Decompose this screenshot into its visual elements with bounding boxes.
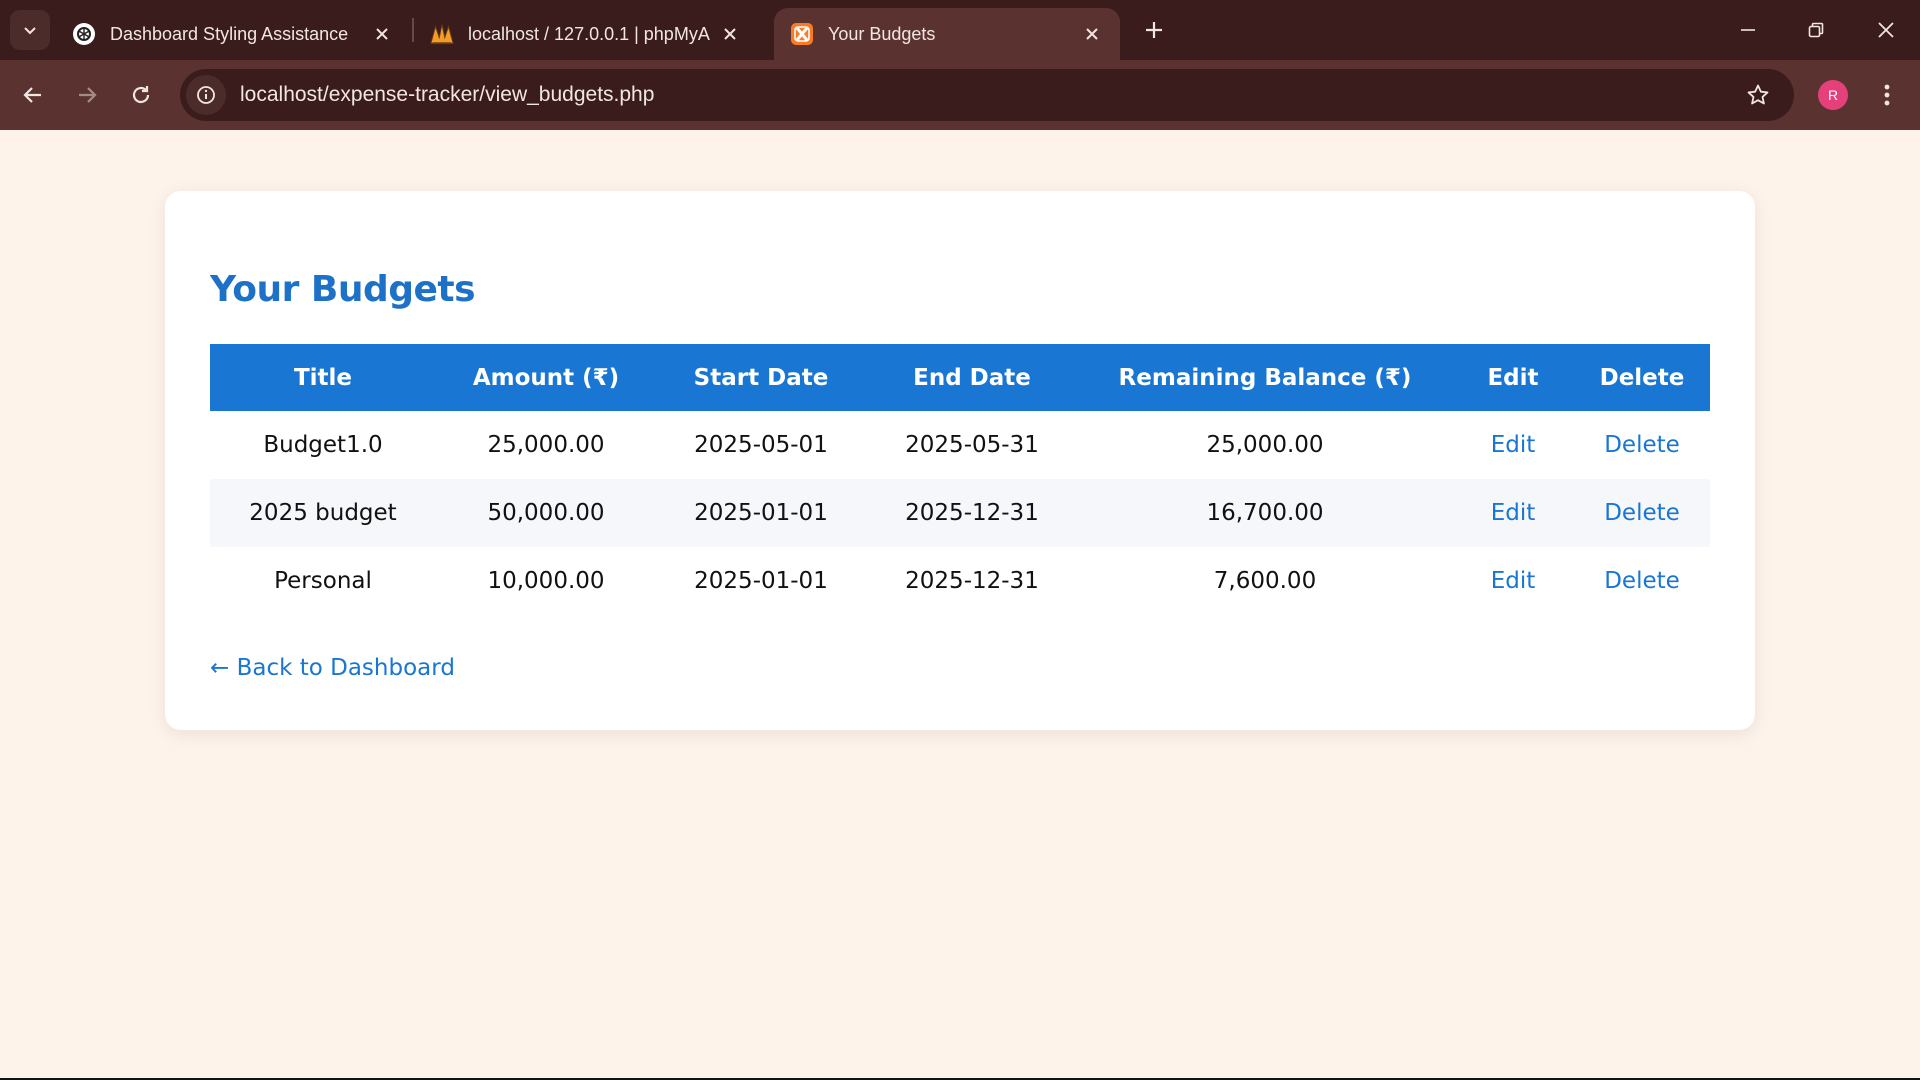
column-header-amount: Amount (₹) (436, 344, 656, 411)
page-title: Your Budgets (210, 269, 476, 310)
cell-edit: Edit (1452, 479, 1574, 547)
tab-search-button[interactable] (10, 10, 50, 50)
forward-button[interactable] (68, 76, 106, 114)
cell-title: Budget1.0 (263, 432, 383, 458)
cell-amount: 25,000.00 (487, 432, 605, 458)
xampp-icon (790, 22, 814, 46)
edit-link[interactable]: Edit (1491, 568, 1536, 594)
cell-delete: Delete (1574, 547, 1710, 615)
star-icon (1747, 84, 1769, 105)
column-header-title: Title (210, 344, 436, 411)
cell-start-date: 2025-05-01 (694, 432, 828, 458)
edit-link[interactable]: Edit (1491, 500, 1536, 526)
column-header-edit: Edit (1452, 344, 1574, 411)
column-header-start-date: Start Date (656, 344, 866, 411)
cell-amount: 10,000.00 (487, 568, 605, 594)
tab-phpmyadmin[interactable]: localhost / 127.0.0.1 | phpMyAd (414, 8, 758, 60)
minimize-button[interactable] (1726, 12, 1770, 48)
tab-your-budgets[interactable]: Your Budgets (774, 8, 1120, 60)
tab-title: Your Budgets (828, 23, 936, 44)
budgets-table: Title Amount (₹) Start Date End Date Rem… (210, 344, 1710, 615)
bookmark-button[interactable] (1738, 75, 1778, 115)
reload-button[interactable] (122, 76, 160, 114)
table-row: Personal 10,000.00 2025-01-01 2025-12-31… (210, 547, 1710, 615)
back-to-dashboard-link[interactable]: ← Back to Dashboard (210, 655, 455, 681)
site-info-button[interactable] (186, 75, 226, 115)
cell-end-date: 2025-12-31 (905, 568, 1039, 594)
profile-avatar[interactable]: R (1818, 80, 1848, 110)
address-bar[interactable]: localhost/expense-tracker/view_budgets.p… (180, 69, 1794, 121)
browser-toolbar: localhost/expense-tracker/view_budgets.p… (0, 60, 1920, 130)
cell-edit: Edit (1452, 547, 1574, 615)
restore-button[interactable] (1794, 12, 1838, 48)
delete-link[interactable]: Delete (1604, 568, 1680, 594)
more-vertical-icon (1884, 84, 1890, 106)
cell-amount: 50,000.00 (436, 479, 656, 547)
reload-icon (132, 86, 150, 104)
arrow-right-icon (79, 87, 97, 103)
cell-delete: Delete (1574, 479, 1710, 547)
cell-title: 2025 budget (210, 479, 436, 547)
column-header-delete: Delete (1574, 344, 1710, 411)
table-header-row: Title Amount (₹) Start Date End Date Rem… (210, 344, 1710, 411)
plus-icon (1146, 22, 1162, 38)
cell-edit: Edit (1452, 411, 1574, 479)
edit-link[interactable]: Edit (1491, 432, 1536, 458)
column-header-end-date: End Date (866, 344, 1078, 411)
chatgpt-icon (72, 22, 96, 46)
arrow-left-icon (23, 87, 41, 103)
info-icon (197, 86, 215, 104)
cell-start-date: 2025-01-01 (656, 479, 866, 547)
minimize-icon (1741, 29, 1755, 31)
table-row: 2025 budget 50,000.00 2025-01-01 2025-12… (210, 479, 1710, 547)
close-icon (1878, 22, 1894, 38)
back-button[interactable] (14, 76, 52, 114)
browser-menu-button[interactable] (1870, 78, 1904, 112)
cell-remaining-balance: 25,000.00 (1206, 432, 1324, 458)
cell-remaining-balance: 16,700.00 (1078, 479, 1452, 547)
close-tab-icon[interactable] (1080, 22, 1104, 46)
cell-remaining-balance: 7,600.00 (1213, 568, 1317, 594)
url-text[interactable]: localhost/expense-tracker/view_budgets.p… (240, 83, 1738, 107)
table-row: Budget1.0 25,000.00 2025-05-01 2025-05-3… (210, 411, 1710, 479)
close-tab-icon[interactable] (718, 22, 742, 46)
cell-delete: Delete (1574, 411, 1710, 479)
close-tab-icon[interactable] (370, 22, 394, 46)
cell-title: Personal (274, 568, 372, 594)
delete-link[interactable]: Delete (1604, 432, 1680, 458)
phpmyadmin-icon (430, 22, 454, 46)
tab-dashboard-styling[interactable]: Dashboard Styling Assistance (56, 8, 410, 60)
tab-title: localhost / 127.0.0.1 | phpMyAd (468, 23, 710, 44)
new-tab-button[interactable] (1138, 14, 1170, 46)
close-window-button[interactable] (1864, 12, 1908, 48)
cell-end-date: 2025-05-31 (905, 432, 1039, 458)
column-header-remaining-balance: Remaining Balance (₹) (1078, 344, 1452, 411)
delete-link[interactable]: Delete (1604, 500, 1680, 526)
budgets-card: Your Budgets Title Amount (₹) Start Date… (165, 191, 1755, 730)
chevron-down-icon (24, 27, 36, 35)
cell-end-date: 2025-12-31 (866, 479, 1078, 547)
cell-start-date: 2025-01-01 (694, 568, 828, 594)
restore-icon (1808, 22, 1824, 38)
tab-title: Dashboard Styling Assistance (110, 23, 349, 44)
browser-tab-strip: Dashboard Styling Assistance localhost /… (0, 0, 1920, 60)
